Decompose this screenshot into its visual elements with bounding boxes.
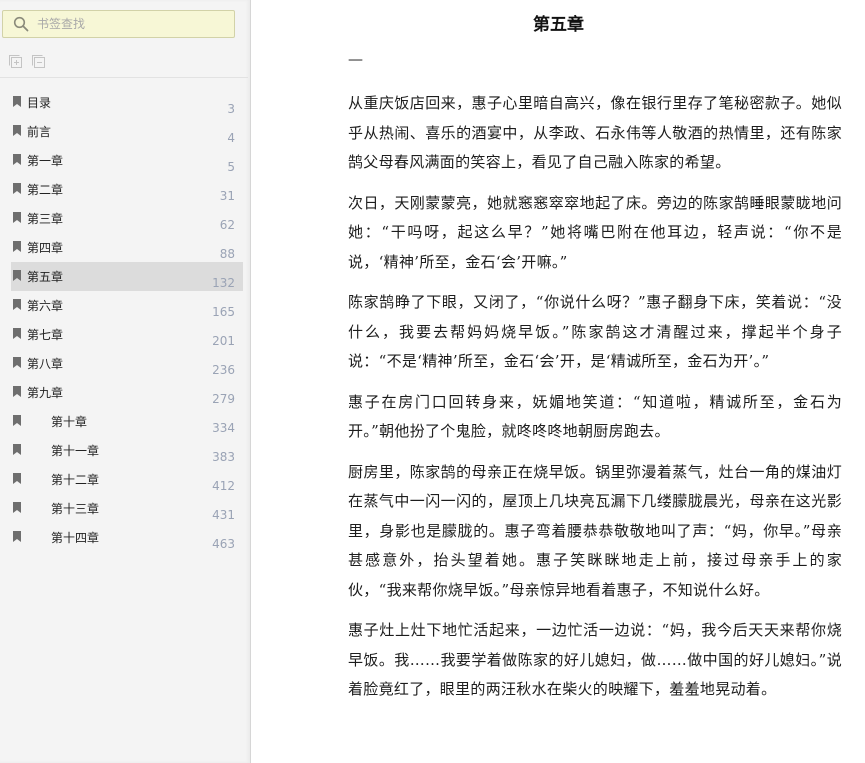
- toc-item-label: 第十四章: [51, 531, 100, 545]
- toc-item-page: 5: [227, 160, 235, 174]
- toc-item-chapter-14[interactable]: 第十四章 463: [11, 523, 243, 552]
- paragraph: 惠子灶上灶下地忙活起来，一边忙活一边说：“妈，我今后天天来帮你烧早饭。我……我要…: [348, 621, 842, 698]
- bookmark-icon: [13, 328, 21, 339]
- toc-item-page: 88: [219, 247, 235, 261]
- toc-item-label: 第十一章: [51, 444, 100, 458]
- toc-item-label: 第七章: [27, 328, 64, 342]
- bookmark-icon: [13, 125, 21, 136]
- chapter-body: 从重庆饭店回来，惠子心里暗自高兴，像在银行里存了笔秘密款子。她似乎从热闹、喜乐的…: [348, 89, 842, 716]
- search-icon: [13, 16, 29, 32]
- reading-pane[interactable]: 第五章 — 从重庆饭店回来，惠子心里暗自高兴，像在银行里存了笔秘密款子。她似乎从…: [252, 0, 865, 763]
- bookmark-icon: [13, 241, 21, 252]
- bookmark-icon: [13, 502, 21, 513]
- toc-item-chapter-6[interactable]: 第六章 165: [11, 291, 243, 320]
- bookmark-icon: [13, 96, 21, 107]
- bookmark-sidebar: 目录 3 前言 4 第一章 5 第二章 31 第三章 62 第四章 88: [0, 0, 251, 763]
- toc-item-label: 第二章: [27, 183, 64, 197]
- bookmark-icon: [13, 212, 21, 223]
- toc-item-page: 31: [219, 189, 235, 203]
- bookmark-icon: [13, 444, 21, 455]
- toc-item-chapter-1[interactable]: 第一章 5: [11, 146, 243, 175]
- bookmark-icon: [13, 415, 21, 426]
- toc-item-page: 201: [212, 334, 235, 348]
- toc-item-chapter-12[interactable]: 第十二章 412: [11, 465, 243, 494]
- paragraph: 厨房里，陈家鹄的母亲正在烧早饭。锅里弥漫着蒸气，灶台一角的煤油灯在蒸气中一闪一闪…: [348, 462, 842, 599]
- bookmark-icon: [13, 183, 21, 194]
- bookmark-icon: [13, 473, 21, 484]
- sidebar-divider: [0, 77, 248, 78]
- toc-item-chapter-10[interactable]: 第十章 334: [11, 407, 243, 436]
- toc-item-chapter-4[interactable]: 第四章 88: [11, 233, 243, 262]
- paragraph: 从重庆饭店回来，惠子心里暗自高兴，像在银行里存了笔秘密款子。她似乎从热闹、喜乐的…: [348, 94, 842, 171]
- toc-item-page: 383: [212, 450, 235, 464]
- toc-item-page: 463: [212, 537, 235, 551]
- bookmark-icon: [13, 299, 21, 310]
- bookmark-list: 目录 3 前言 4 第一章 5 第二章 31 第三章 62 第四章 88 第五章…: [0, 88, 248, 552]
- toc-item-page: 132: [212, 276, 235, 290]
- bookmark-icon: [13, 154, 21, 165]
- toc-item-label: 第八章: [27, 357, 64, 371]
- toc-item-chapter-9[interactable]: 第九章 279: [11, 378, 243, 407]
- toc-item-page: 62: [219, 218, 235, 232]
- toc-item-chapter-8[interactable]: 第八章 236: [11, 349, 243, 378]
- toc-item-label: 前言: [27, 125, 52, 139]
- paragraph: 次日，天刚蒙蒙亮，她就窸窸窣窣地起了床。旁边的陈家鹄睡眼蒙眬地问她：“干吗呀，起…: [348, 193, 842, 271]
- bookmark-toolbar: [8, 54, 46, 70]
- bookmark-search-input[interactable]: [37, 17, 217, 31]
- toc-item-label: 第三章: [27, 212, 64, 226]
- toc-item-page: 3: [227, 102, 235, 116]
- toc-item-page: 279: [212, 392, 235, 406]
- bookmark-icon: [13, 357, 21, 368]
- toc-item-page: 334: [212, 421, 235, 435]
- toc-item-page: 236: [212, 363, 235, 377]
- toc-item-page: 412: [212, 479, 235, 493]
- toc-item-page: 431: [212, 508, 235, 522]
- toc-item-chapter-13[interactable]: 第十三章 431: [11, 494, 243, 523]
- toc-item-label: 第一章: [27, 154, 64, 168]
- toc-item-label: 第四章: [27, 241, 64, 255]
- toc-item-chapter-5[interactable]: 第五章 132: [11, 262, 243, 291]
- toc-item-label: 第九章: [27, 386, 64, 400]
- toc-item-chapter-3[interactable]: 第三章 62: [11, 204, 243, 233]
- bookmark-search-box[interactable]: [2, 10, 235, 38]
- section-dash: —: [348, 50, 363, 68]
- toc-item-label: 第六章: [27, 299, 64, 313]
- toc-item-label: 第十章: [51, 415, 88, 429]
- bookmark-icon: [13, 270, 21, 281]
- toc-item-label: 第十三章: [51, 502, 100, 516]
- expand-all-icon[interactable]: [8, 54, 23, 69]
- toc-item-label: 目录: [27, 96, 52, 110]
- toc-item-label: 第十二章: [51, 473, 100, 487]
- toc-item-contents[interactable]: 目录 3: [11, 88, 243, 117]
- chapter-title: 第五章: [533, 15, 584, 35]
- toc-item-page: 165: [212, 305, 235, 319]
- toc-item-chapter-7[interactable]: 第七章 201: [11, 320, 243, 349]
- toc-item-chapter-2[interactable]: 第二章 31: [11, 175, 243, 204]
- bookmark-icon: [13, 386, 21, 397]
- paragraph: 惠子在房门口回转身来，妩媚地笑道：“知道啦，精诚所至，金石为开。”朝他扮了个鬼脸…: [348, 392, 842, 441]
- toc-item-preface[interactable]: 前言 4: [11, 117, 243, 146]
- paragraph: 陈家鹄睁了下眼，又闭了，“你说什么呀？”惠子翻身下床，笑着说：“没什么，我要去帮…: [348, 293, 842, 370]
- toc-item-label: 第五章: [27, 270, 64, 284]
- toc-item-page: 4: [227, 131, 235, 145]
- collapse-all-icon[interactable]: [31, 54, 46, 69]
- toc-item-chapter-11[interactable]: 第十一章 383: [11, 436, 243, 465]
- bookmark-icon: [13, 531, 21, 542]
